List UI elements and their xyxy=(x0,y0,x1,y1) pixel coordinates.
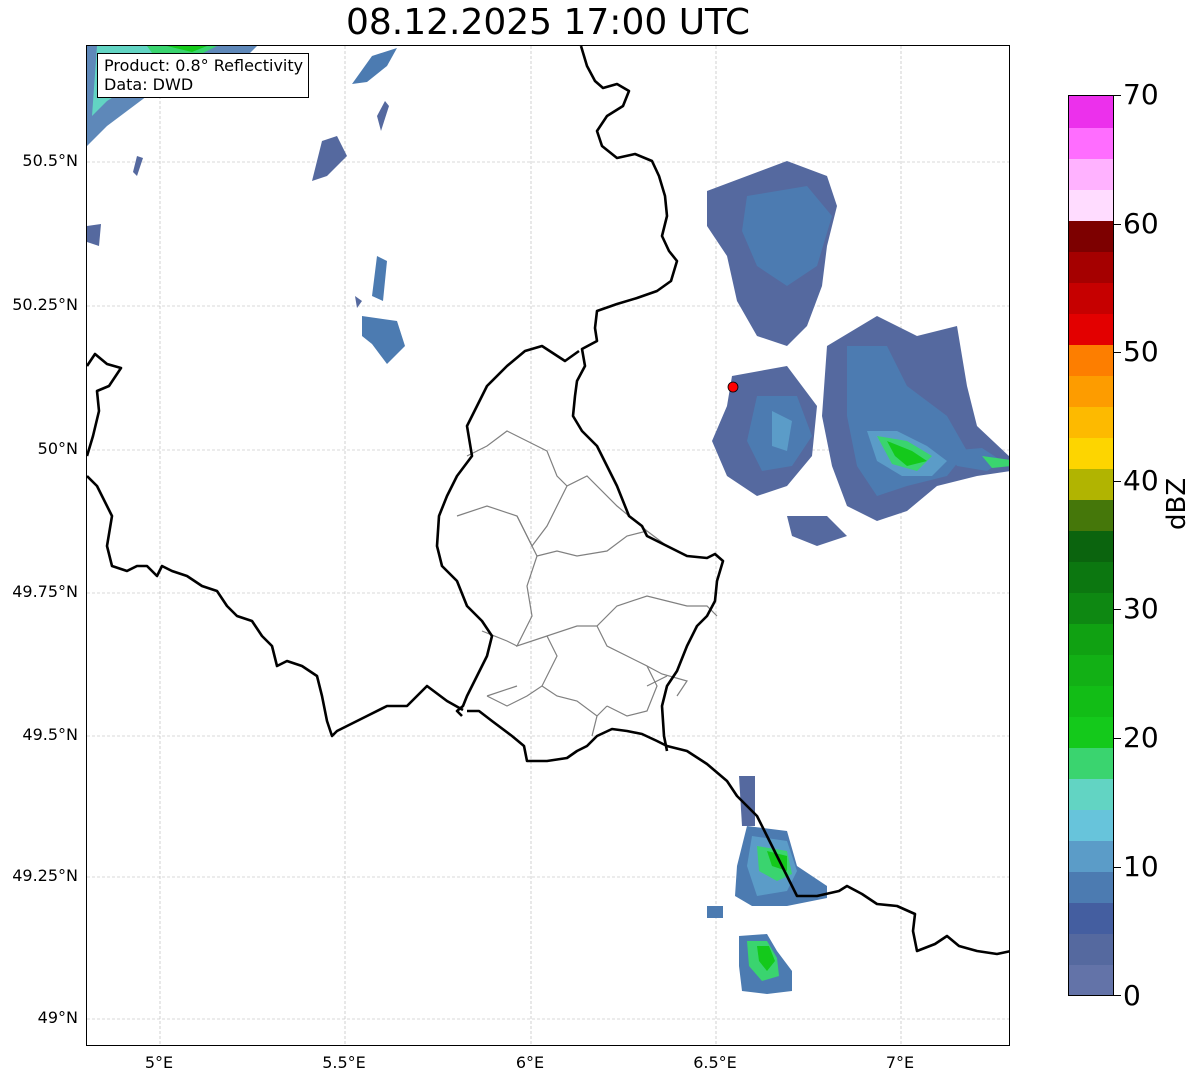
lon-tick-label: 7°E xyxy=(885,1053,915,1072)
colorbar-tick-mark xyxy=(1114,224,1121,225)
colorbar-segment xyxy=(1069,499,1113,531)
precip-echo-southeast xyxy=(707,776,827,994)
colorbar-segment xyxy=(1069,313,1113,345)
radar-site-marker[interactable] xyxy=(727,381,739,393)
colorbar-tick-mark xyxy=(1114,738,1121,739)
colorbar-tick-mark xyxy=(1114,609,1121,610)
colorbar-segment xyxy=(1069,592,1113,624)
lat-tick-label: 49.5°N xyxy=(22,725,78,744)
lat-tick-label: 49°N xyxy=(37,1008,78,1027)
lat-tick-label: 49.75°N xyxy=(12,582,78,601)
colorbar-segment xyxy=(1069,623,1113,655)
colorbar-segment xyxy=(1069,282,1113,314)
colorbar-tick-mark xyxy=(1114,352,1121,353)
colorbar-tick-mark xyxy=(1114,867,1121,868)
lat-tick-label: 50°N xyxy=(37,439,78,458)
lat-tick-label: 50.5°N xyxy=(22,151,78,170)
data-source-label: Data: DWD xyxy=(104,75,194,94)
colorbar-tick-label: 40 xyxy=(1123,464,1159,497)
colorbar-tick-label: 20 xyxy=(1123,721,1159,754)
lat-tick-label: 50.25°N xyxy=(12,295,78,314)
colorbar-segment xyxy=(1069,96,1113,128)
colorbar-tick-label: 60 xyxy=(1123,207,1159,240)
colorbar-unit-label: dBZ xyxy=(1162,477,1192,530)
colorbar-segment xyxy=(1069,716,1113,748)
colorbar-tick-label: 70 xyxy=(1123,78,1159,111)
colorbar-segment xyxy=(1069,561,1113,593)
colorbar xyxy=(1068,95,1114,996)
colorbar-tick-mark xyxy=(1114,95,1121,96)
colorbar-segment xyxy=(1069,933,1113,965)
colorbar-segment xyxy=(1069,375,1113,407)
colorbar-segment xyxy=(1069,747,1113,779)
lon-tick-label: 5°E xyxy=(144,1053,174,1072)
colorbar-tick-label: 0 xyxy=(1123,979,1141,1012)
colorbar-segment xyxy=(1069,158,1113,190)
luxembourg-cantons xyxy=(456,430,718,737)
colorbar-segment xyxy=(1069,685,1113,717)
colorbar-segment xyxy=(1069,344,1113,376)
colorbar-segment xyxy=(1069,778,1113,810)
colorbar-segment xyxy=(1069,530,1113,562)
lon-tick-label: 6°E xyxy=(515,1053,545,1072)
colorbar-segment xyxy=(1069,964,1113,995)
radar-map[interactable] xyxy=(86,45,1010,1046)
precip-echo-northeast xyxy=(707,161,1009,546)
map-canvas xyxy=(87,46,1009,1045)
map-title: 08.12.2025 17:00 UTC xyxy=(345,2,751,43)
product-label: Product: 0.8° Reflectivity xyxy=(104,56,304,75)
graticule xyxy=(87,46,1009,1045)
colorbar-segment xyxy=(1069,406,1113,438)
colorbar-segment xyxy=(1069,902,1113,934)
lon-tick-label: 5.5°E xyxy=(322,1053,366,1072)
lat-tick-label: 49.25°N xyxy=(12,866,78,885)
colorbar-segment xyxy=(1069,871,1113,903)
colorbar-segment xyxy=(1069,468,1113,500)
colorbar-tick-label: 30 xyxy=(1123,592,1159,625)
colorbar-tick-label: 50 xyxy=(1123,335,1159,368)
colorbar-segment xyxy=(1069,809,1113,841)
colorbar-tick-mark xyxy=(1114,481,1121,482)
colorbar-segment xyxy=(1069,251,1113,283)
colorbar-segment xyxy=(1069,654,1113,686)
colorbar-segment xyxy=(1069,437,1113,469)
colorbar-segment xyxy=(1069,189,1113,221)
colorbar-tick-mark xyxy=(1114,995,1121,996)
colorbar-segment xyxy=(1069,127,1113,159)
product-info-box: Product: 0.8° Reflectivity Data: DWD xyxy=(97,53,310,98)
colorbar-segment xyxy=(1069,840,1113,872)
colorbar-tick-label: 10 xyxy=(1123,850,1159,883)
lon-tick-label: 6.5°E xyxy=(693,1053,737,1072)
colorbar-segment xyxy=(1069,220,1113,252)
